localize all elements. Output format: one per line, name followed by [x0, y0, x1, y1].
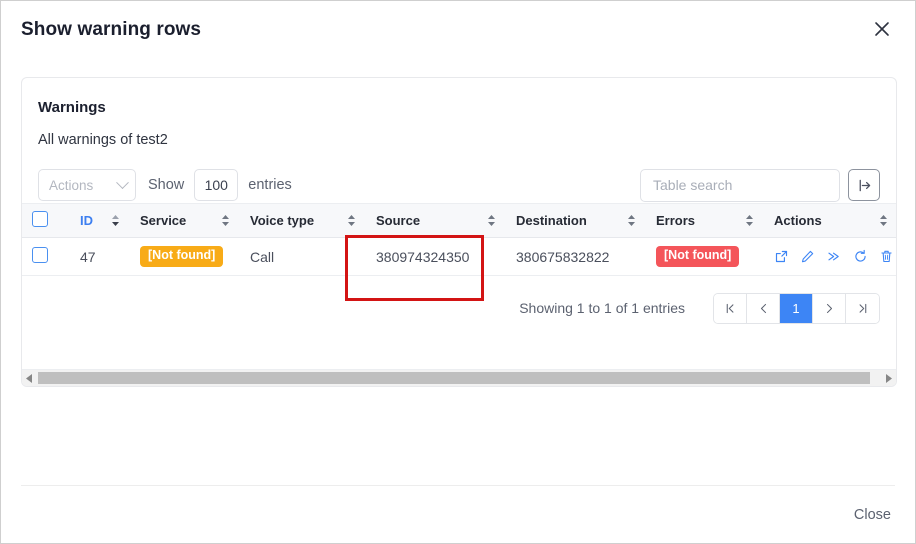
- column-label-source: Source: [376, 213, 421, 228]
- column-header-source[interactable]: Source: [366, 203, 506, 238]
- errors-badge: [Not found]: [656, 246, 740, 267]
- column-label-id: ID: [80, 213, 93, 228]
- show-warning-rows-dialog: Show warning rows Warnings All warnings …: [0, 0, 916, 544]
- prev-page-icon: [760, 303, 766, 313]
- first-page-button[interactable]: [714, 293, 747, 323]
- last-page-button[interactable]: [846, 293, 879, 323]
- cell-actions: [764, 237, 896, 276]
- column-label-destination: Destination: [516, 213, 587, 228]
- toolbar-right-group: [640, 168, 880, 202]
- warnings-card: Warnings All warnings of test2 Actions S…: [21, 77, 897, 387]
- column-label-actions: Actions: [774, 213, 822, 228]
- actions-dropdown[interactable]: Actions: [38, 169, 136, 201]
- chevron-down-icon: [116, 175, 129, 189]
- next-page-button[interactable]: [813, 293, 846, 323]
- showing-entries-text: Showing 1 to 1 of 1 entries: [519, 300, 685, 316]
- scroll-left-arrow-icon[interactable]: [22, 370, 37, 387]
- search-submit-button[interactable]: [848, 169, 880, 201]
- card-title: Warnings: [38, 99, 106, 116]
- row-select-cell[interactable]: [22, 237, 70, 276]
- dialog-header: Show warning rows: [1, 1, 915, 59]
- column-header-actions[interactable]: Actions: [764, 203, 896, 238]
- warnings-table: ID Service Voice type Source Destination…: [22, 203, 896, 276]
- dialog-footer: Close: [21, 485, 895, 543]
- pencil-edit-icon[interactable]: [800, 249, 815, 264]
- column-label-voice-type: Voice type: [250, 213, 315, 228]
- close-icon[interactable]: [867, 14, 897, 44]
- show-label: Show: [148, 177, 185, 193]
- sort-icon: [628, 215, 635, 226]
- cell-destination: 380675832822: [506, 237, 646, 276]
- entries-count-input[interactable]: [194, 169, 239, 201]
- trash-icon[interactable]: [879, 249, 894, 264]
- pagination-row: Showing 1 to 1 of 1 entries 1: [22, 276, 896, 326]
- table-toolbar: Actions Show entries: [22, 148, 896, 203]
- table-header-row: ID Service Voice type Source Destination…: [22, 203, 896, 238]
- scrollbar-thumb[interactable]: [38, 371, 870, 384]
- cell-voice-type: Call: [240, 237, 366, 276]
- cell-service: [Not found]: [130, 237, 240, 276]
- column-header-id[interactable]: ID: [70, 203, 130, 238]
- cell-errors: [Not found]: [646, 237, 764, 276]
- column-label-errors: Errors: [656, 213, 696, 228]
- last-page-icon: [859, 303, 867, 313]
- column-select-all[interactable]: [22, 203, 70, 238]
- page-button-1[interactable]: 1: [780, 293, 813, 323]
- card-subtitle: All warnings of test2: [38, 132, 168, 148]
- dialog-title: Show warning rows: [21, 19, 202, 40]
- table-row: 47 [Not found] Call 380974324350 3806758…: [22, 237, 896, 276]
- next-page-icon: [826, 303, 832, 313]
- cell-id: 47: [70, 237, 130, 276]
- sort-icon: [348, 215, 355, 226]
- cell-source: 380974324350: [366, 237, 506, 276]
- column-header-voice-type[interactable]: Voice type: [240, 203, 366, 238]
- column-label-service: Service: [140, 213, 187, 228]
- double-chevron-right-icon[interactable]: [826, 249, 842, 264]
- first-page-icon: [726, 303, 733, 313]
- service-badge: [Not found]: [140, 246, 224, 267]
- search-input[interactable]: [640, 168, 840, 202]
- scrollbar-track[interactable]: [37, 370, 881, 387]
- column-header-errors[interactable]: Errors: [646, 203, 764, 238]
- sort-icon: [222, 215, 229, 226]
- pagination-controls: 1: [713, 292, 880, 324]
- external-link-icon[interactable]: [774, 249, 789, 264]
- arrow-right-from-bar-icon: [859, 179, 870, 191]
- column-header-service[interactable]: Service: [130, 203, 240, 238]
- sort-icon: [488, 215, 495, 226]
- refresh-icon[interactable]: [853, 249, 868, 264]
- sort-icon: [746, 215, 753, 226]
- sort-icon: [880, 215, 887, 226]
- select-all-checkbox[interactable]: [32, 211, 48, 227]
- entries-label: entries: [248, 177, 292, 193]
- column-header-destination[interactable]: Destination: [506, 203, 646, 238]
- scroll-right-arrow-icon[interactable]: [881, 370, 896, 387]
- sort-icon: [112, 215, 119, 226]
- actions-dropdown-label: Actions: [49, 177, 94, 193]
- horizontal-scrollbar[interactable]: [22, 369, 896, 386]
- warnings-table-wrap: ID Service Voice type Source Destination…: [22, 203, 896, 276]
- prev-page-button[interactable]: [747, 293, 780, 323]
- row-checkbox[interactable]: [32, 247, 48, 263]
- close-button[interactable]: Close: [850, 501, 895, 529]
